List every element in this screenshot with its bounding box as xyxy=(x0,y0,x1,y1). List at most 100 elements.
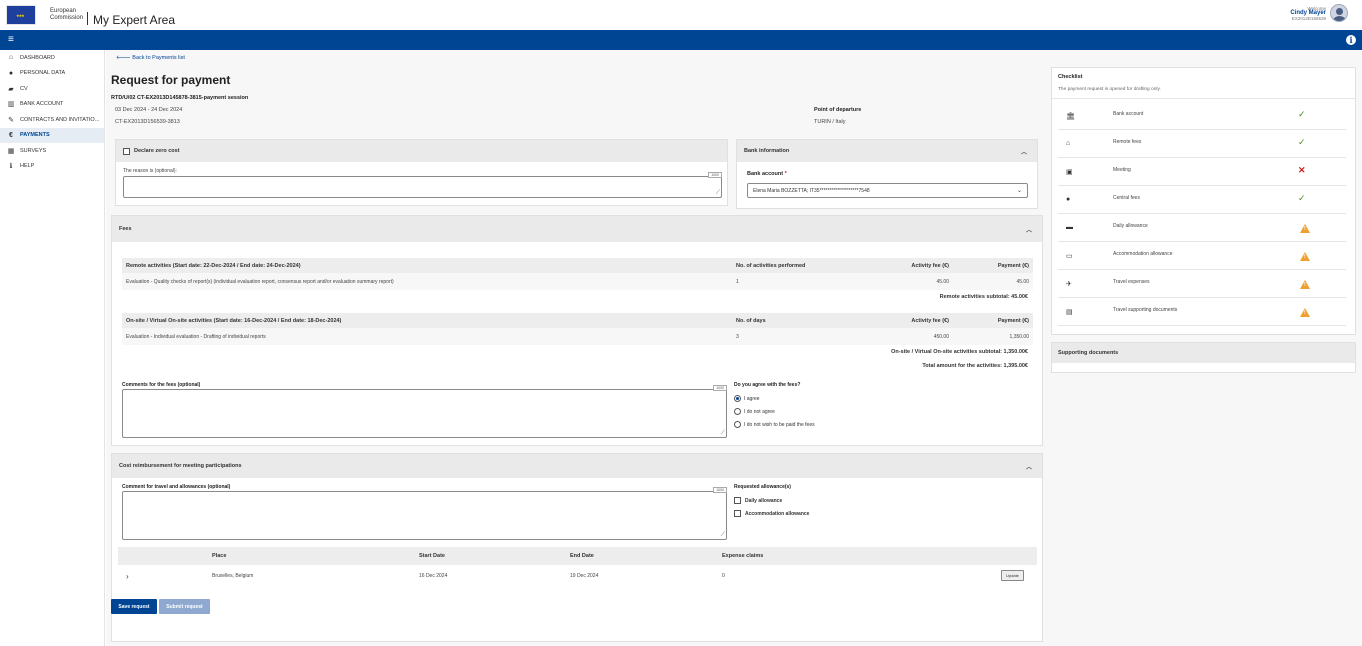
radio-not-agree[interactable]: I do not agree xyxy=(734,408,775,415)
sidebar-item-label: Payments xyxy=(20,132,50,139)
checklist-label: Travel supporting documents xyxy=(1113,307,1178,313)
table-cell: Bruxelles, Belgium xyxy=(212,573,254,579)
column-header: No. of activities performed xyxy=(732,258,892,273)
checklist-item: ⌂ Remote fees ✓ xyxy=(1058,130,1346,158)
column-header-action xyxy=(997,547,1037,565)
onsite-activities-table: On-site / Virtual On-site activities (St… xyxy=(122,313,1033,373)
home-icon: ⌂ xyxy=(8,54,14,62)
zero-cost-label: Declare zero cost xyxy=(134,148,180,154)
session-dates: 03 Dec 2024 - 24 Dec 2024 xyxy=(115,107,183,113)
expand-row-icon[interactable]: › xyxy=(118,565,208,587)
save-request-button[interactable]: Save request xyxy=(111,599,157,614)
calendar-icon: ▣ xyxy=(1066,169,1073,176)
bed-icon: ▭ xyxy=(1066,253,1073,260)
sidebar-item-label: Dashboard xyxy=(20,54,55,61)
fees-title: Fees xyxy=(119,226,132,232)
checklist-item: ✈ Travel expenses ! xyxy=(1058,270,1346,298)
radio-label: I do not agree xyxy=(744,408,775,415)
update-button[interactable]: Update xyxy=(1001,570,1024,581)
table-cell: 19 Dec 2024 xyxy=(570,573,599,579)
sidebar-item-payments[interactable]: € Payments xyxy=(0,127,104,143)
daily-allowance-option[interactable]: Daily allowance xyxy=(734,497,782,504)
table-cell: 1 xyxy=(732,273,892,290)
fees-comments-label: Comments for the fees (optional) xyxy=(122,382,201,388)
org-line1: European xyxy=(50,8,77,14)
fees-header[interactable]: Fees ︿ xyxy=(112,216,1042,242)
table-header-row: Place Start Date End Date Expense claims xyxy=(118,547,1037,565)
sidebar-item-contracts[interactable]: ✎ Contracts and invitatio... xyxy=(0,112,104,128)
checklist-label: Daily allowance xyxy=(1113,223,1148,229)
sidebar-item-dashboard[interactable]: ⌂ Dashboard xyxy=(0,50,104,66)
zero-cost-checkbox[interactable] xyxy=(123,147,130,155)
radio-button[interactable] xyxy=(734,421,741,428)
table-row: Evaluation - Quality checks of report(s)… xyxy=(122,273,1033,290)
supporting-documents-panel: Supporting documents xyxy=(1051,342,1356,373)
table-cell: 16 Dec 2024 xyxy=(419,573,448,579)
user-menu[interactable]: Welcome Cindy Mayer EX2013D156539 xyxy=(1290,4,1348,22)
reason-textarea[interactable]: 1000 ⟋ xyxy=(123,172,722,198)
bank-account-label-text: Bank account xyxy=(747,171,784,177)
radio-button[interactable] xyxy=(734,408,741,415)
daily-allowance-checkbox[interactable] xyxy=(734,497,741,504)
logo-separator xyxy=(87,12,88,25)
check-icon: ✓ xyxy=(1298,193,1306,203)
fees-comments-textarea[interactable]: 1000 ⟋ xyxy=(122,385,727,438)
checklist-item: ▭ Accommodation allowance ! xyxy=(1058,242,1346,270)
char-counter: 1000 xyxy=(713,487,727,493)
avatar[interactable] xyxy=(1330,4,1348,22)
meeting-table: Place Start Date End Date Expense claims… xyxy=(118,547,1037,587)
travel-comment-label: Comment for travel and allowances (optio… xyxy=(122,484,231,490)
accommodation-allowance-option[interactable]: Accommodation allowance xyxy=(734,510,809,517)
contract-id: CT-EX2013D156539-3813 xyxy=(115,119,180,125)
column-header: Payment (€) xyxy=(953,258,1033,273)
back-link[interactable]: 🡐 Back to Payments list xyxy=(116,55,185,61)
chevron-up-icon[interactable]: ︿ xyxy=(1026,462,1032,471)
ec-logo[interactable]: European Commission xyxy=(6,4,88,26)
meeting-title: Cost reimbursement for meeting participa… xyxy=(119,463,242,469)
radio-no-payment[interactable]: I do not wish to be paid the fees xyxy=(734,421,815,428)
divider xyxy=(1052,98,1355,99)
sidebar-item-personal-data[interactable]: ● Personal data xyxy=(0,66,104,82)
checkbox-label: Daily allowance xyxy=(745,497,783,504)
sidebar-item-surveys[interactable]: ▦ Surveys xyxy=(0,143,104,159)
sidebar-item-label: Surveys xyxy=(20,147,47,154)
resize-handle-icon[interactable]: ⟋ xyxy=(721,532,725,538)
info-icon[interactable]: i xyxy=(1346,35,1356,45)
resize-handle-icon[interactable]: ⟋ xyxy=(721,430,725,436)
char-counter: 1000 xyxy=(713,385,727,391)
resize-handle-icon[interactable]: ⟋ xyxy=(716,190,720,196)
table-cell: 450.00 xyxy=(892,328,953,345)
chevron-up-icon[interactable]: ︿ xyxy=(1026,225,1032,234)
warning-icon: ! xyxy=(1300,252,1310,261)
supporting-documents-title[interactable]: Supporting documents xyxy=(1052,343,1355,363)
table-row: Evaluation - Individual evaluation - Dra… xyxy=(122,328,1033,345)
user-id: EX2013D156539 xyxy=(1291,15,1326,21)
eu-flag-icon xyxy=(6,5,36,25)
radio-agree[interactable]: I agree xyxy=(734,395,760,402)
checklist-item: ● Central fees ✓ xyxy=(1058,186,1346,214)
chevron-up-icon[interactable]: ︿ xyxy=(1021,147,1027,156)
accommodation-allowance-checkbox[interactable] xyxy=(734,510,741,517)
fees-panel: Fees ︿ Remote activities (Start date: 22… xyxy=(111,215,1043,446)
sidebar: ⌂ Dashboard ● Personal data ▰ CV ▥ Bank … xyxy=(0,50,105,646)
radio-button[interactable] xyxy=(734,395,741,402)
sidebar-item-help[interactable]: ℹ Help xyxy=(0,159,104,175)
bank-info-header[interactable]: Bank information ︿ xyxy=(737,140,1037,162)
bank-account-select[interactable]: Elena Maria BOZZETTA; IT35**************… xyxy=(747,183,1028,198)
back-link-label: Back to Payments list xyxy=(132,55,185,61)
submit-request-button[interactable]: Submit request xyxy=(159,599,210,614)
arrow-left-icon: 🡐 xyxy=(116,55,131,61)
hamburger-menu-icon[interactable]: ≡ xyxy=(8,35,14,45)
chevron-down-icon: ⌄ xyxy=(1016,188,1022,194)
meeting-panel: Cost reimbursement for meeting participa… xyxy=(111,453,1043,642)
sidebar-item-bank-account[interactable]: ▥ Bank account xyxy=(0,97,104,113)
main-content: 🡐 Back to Payments list Request for paym… xyxy=(106,50,1362,646)
meeting-header[interactable]: Cost reimbursement for meeting participa… xyxy=(112,454,1042,478)
sidebar-item-label: Help xyxy=(20,163,35,170)
table-row: › Bruxelles, Belgium 16 Dec 2024 19 Dec … xyxy=(118,565,1037,587)
checklist-label: Bank account xyxy=(1113,111,1144,117)
travel-comment-textarea[interactable]: 1000 ⟋ xyxy=(122,487,727,540)
briefcase-icon: ▬ xyxy=(1066,224,1073,231)
sidebar-item-cv[interactable]: ▰ CV xyxy=(0,81,104,97)
table-cell: 45.00 xyxy=(892,273,953,290)
